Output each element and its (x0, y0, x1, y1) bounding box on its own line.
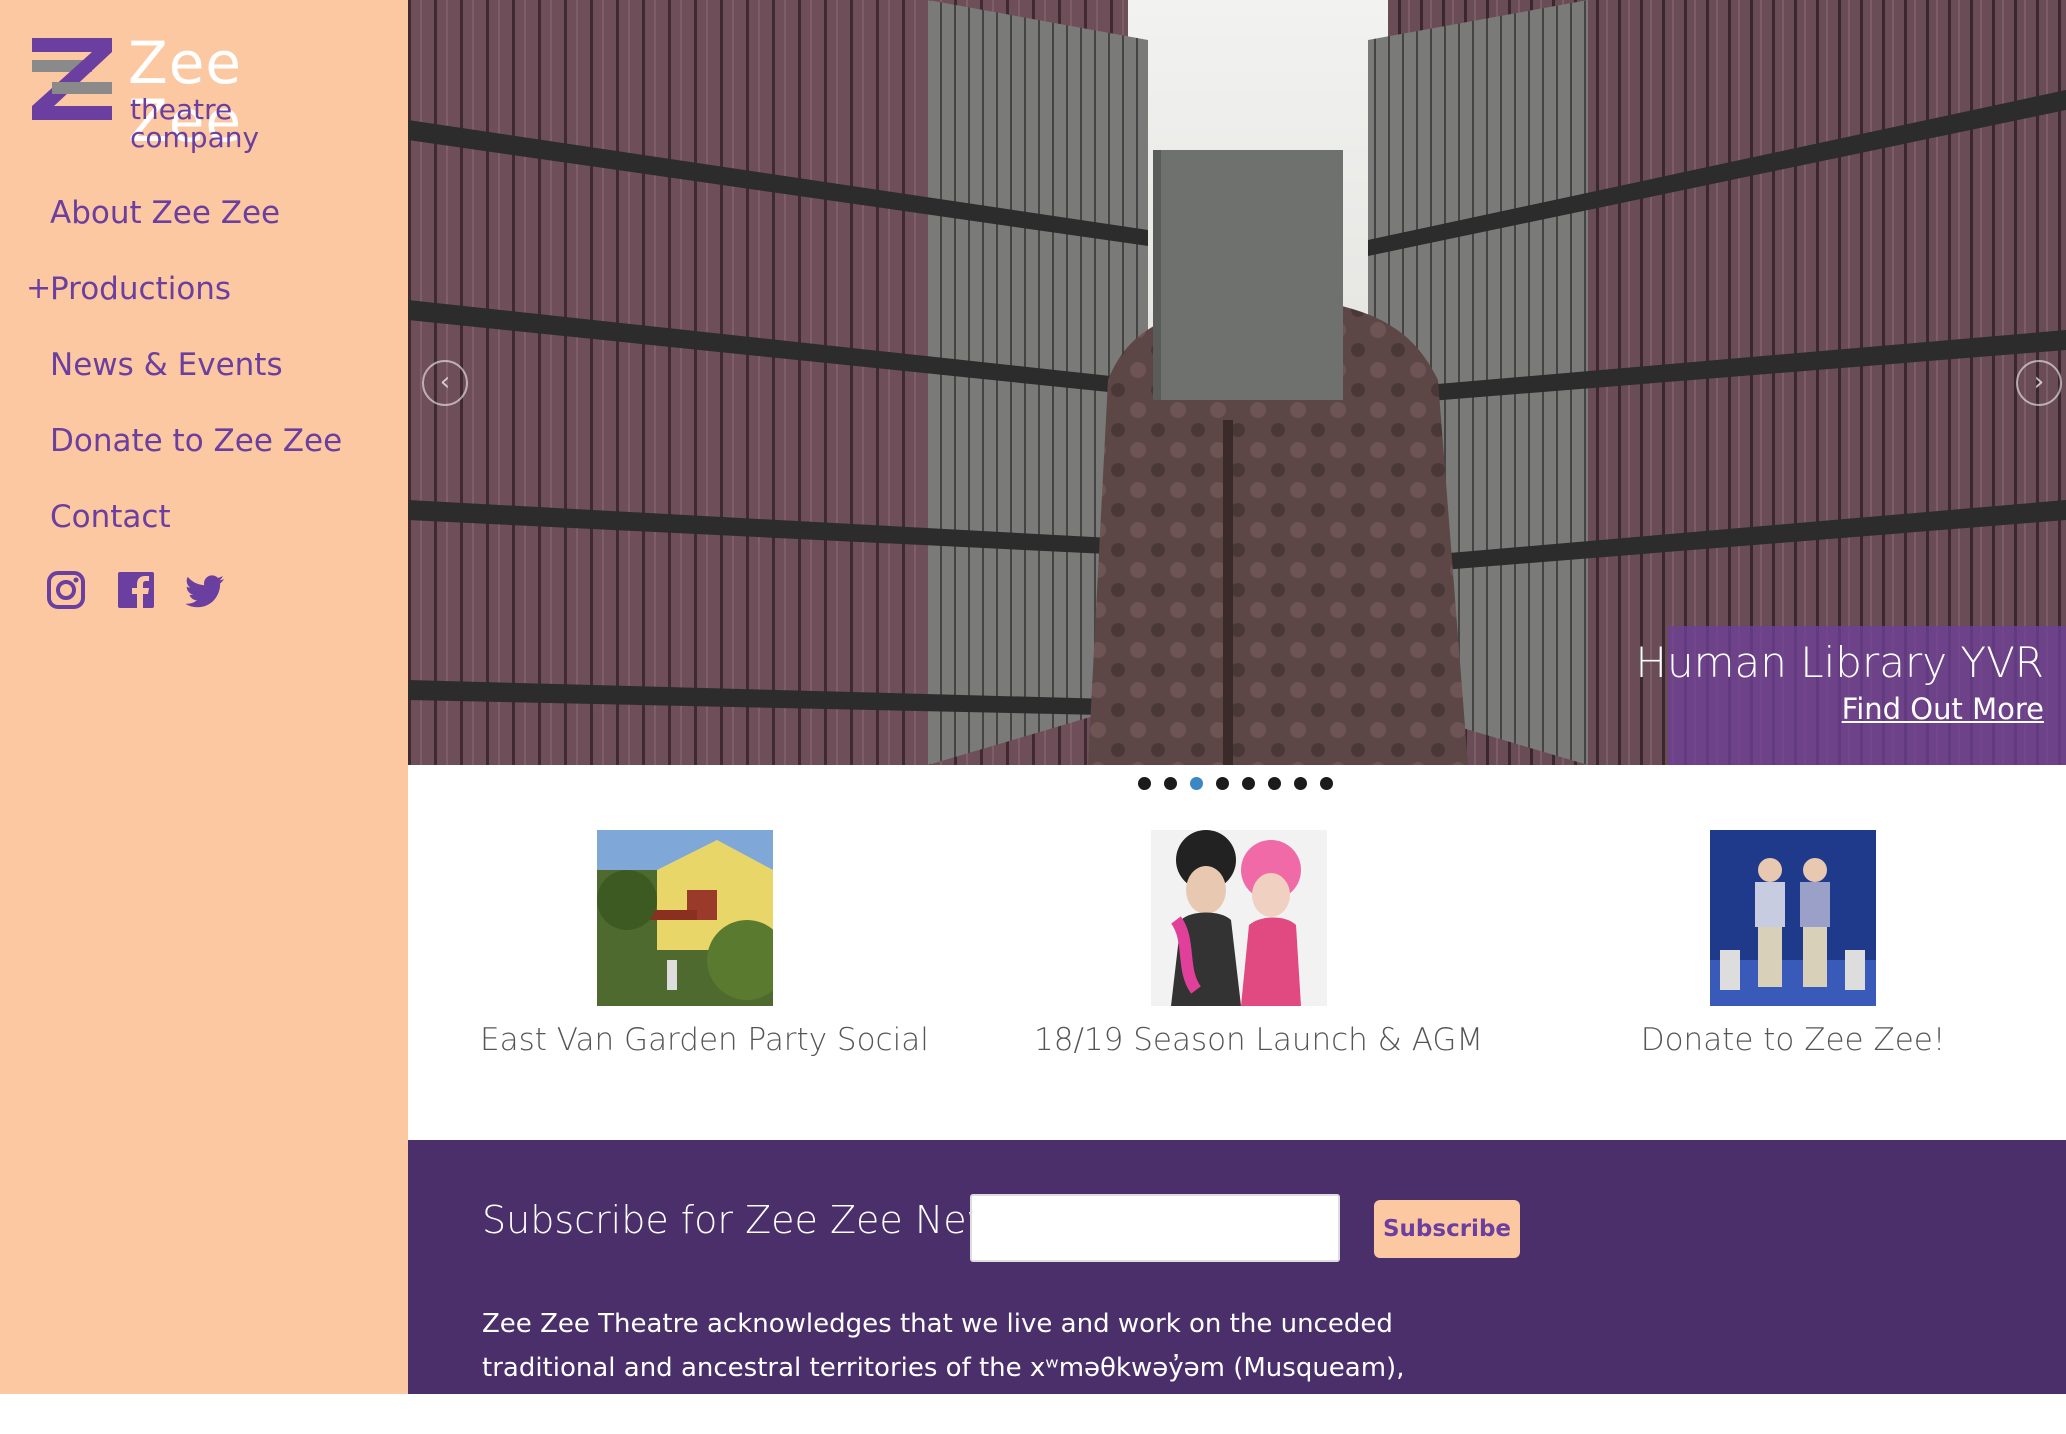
land-acknowledgement: Zee Zee Theatre acknowledges that we liv… (482, 1309, 1405, 1427)
sidebar: Zee Zee theatre company About Zee Zee + … (0, 0, 408, 1394)
nav-item-about[interactable]: About Zee Zee (0, 175, 408, 251)
expand-plus-icon[interactable]: + (26, 251, 51, 327)
slider-prev-button[interactable]: ‹ (422, 360, 468, 406)
feature-season-launch[interactable]: 18/19 Season Launch & AGM (1034, 830, 1483, 1058)
slide-caption-title: Human Library YVR (1635, 638, 2044, 687)
nav-item-productions[interactable]: + Productions (0, 251, 408, 327)
find-out-more-link[interactable]: Find Out More (1842, 692, 2044, 726)
slide-dot-active[interactable] (1190, 777, 1203, 790)
slide-dot[interactable] (1268, 777, 1281, 790)
main-nav: About Zee Zee + Productions News & Event… (0, 175, 408, 555)
garden-party-photo[interactable] (597, 830, 773, 1006)
nav-item-label: Contact (50, 499, 171, 535)
feature-label[interactable]: 18/19 Season Launch & AGM (1034, 1022, 1483, 1058)
slide-dot[interactable] (1242, 777, 1255, 790)
slide-dot[interactable] (1320, 777, 1333, 790)
feature-label[interactable]: East Van Garden Party Social (480, 1022, 929, 1058)
logo-z-mark (32, 38, 112, 120)
stage-performers-photo[interactable] (1710, 830, 1876, 1006)
instagram-icon[interactable] (46, 570, 86, 610)
twitter-icon[interactable] (186, 570, 226, 610)
slide-dot[interactable] (1164, 777, 1177, 790)
feature-label[interactable]: Donate to Zee Zee! (1588, 1022, 1998, 1058)
hero-slider[interactable]: ‹ › Human Library YVR Find Out More (408, 0, 2066, 765)
subscribe-button[interactable]: Subscribe (1374, 1200, 1520, 1258)
slide-dot[interactable] (1216, 777, 1229, 790)
slider-pagination (1138, 777, 1333, 790)
nav-item-contact[interactable]: Contact (0, 479, 408, 555)
nav-item-label: Productions (50, 271, 232, 307)
feature-garden-party[interactable]: East Van Garden Party Social (480, 830, 929, 1058)
logo[interactable]: Zee Zee theatre company (30, 30, 350, 152)
nav-item-label: Donate to Zee Zee (50, 423, 343, 459)
footer-subscribe: Subscribe for Zee Zee News Subscribe Zee… (408, 1140, 2066, 1427)
feature-donate[interactable]: Donate to Zee Zee! (1588, 830, 1998, 1058)
slide-dot[interactable] (1294, 777, 1307, 790)
facebook-icon[interactable] (116, 570, 156, 610)
nav-item-donate[interactable]: Donate to Zee Zee (0, 403, 408, 479)
slide-dot[interactable] (1138, 777, 1151, 790)
drag-performers-photo[interactable] (1151, 830, 1327, 1006)
subscribe-email-input[interactable] (970, 1194, 1340, 1262)
subscribe-title: Subscribe for Zee Zee News (482, 1198, 1018, 1242)
slide-caption: Human Library YVR Find Out More (1635, 626, 2066, 765)
slider-next-button[interactable]: › (2016, 360, 2062, 406)
nav-item-label: About Zee Zee (50, 195, 281, 231)
social-links (46, 570, 226, 610)
nav-item-label: News & Events (50, 347, 283, 383)
nav-item-news-events[interactable]: News & Events (0, 327, 408, 403)
logo-tagline: theatre company (130, 93, 260, 154)
